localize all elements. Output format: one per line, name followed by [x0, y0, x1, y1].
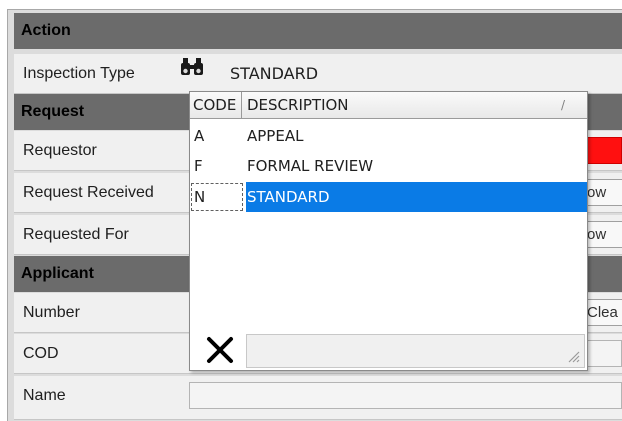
number-clear-button[interactable]: Clea: [584, 299, 622, 326]
name-label: Name: [23, 387, 66, 404]
list-item-description: APPEAL: [247, 127, 304, 145]
cod-label: COD: [23, 345, 59, 362]
column-header-description[interactable]: DESCRIPTION /: [243, 92, 587, 118]
resize-grip-icon[interactable]: [566, 349, 580, 363]
requestor-label: Requestor: [23, 142, 97, 159]
name-field[interactable]: [189, 382, 622, 409]
column-header-description-label: DESCRIPTION: [247, 96, 349, 114]
dropdown-status-bar: [246, 334, 585, 368]
close-x-icon[interactable]: [204, 334, 236, 366]
list-item-code: A: [194, 127, 205, 145]
section-header-action: Action: [14, 13, 622, 49]
list-item-code: N: [194, 188, 206, 206]
requested-for-now-button[interactable]: ow: [584, 221, 622, 248]
list-item-description: FORMAL REVIEW: [247, 157, 374, 175]
row-name: Name: [14, 376, 622, 420]
row-inspection-type: Inspection Type STANDARD: [14, 54, 622, 94]
requested-for-label: Requested For: [23, 226, 129, 243]
column-header-code[interactable]: CODE: [190, 92, 242, 118]
dropdown-header: CODE DESCRIPTION /: [190, 92, 587, 119]
list-item[interactable]: F FORMAL REVIEW: [190, 151, 587, 181]
binoculars-icon[interactable]: [178, 54, 206, 80]
inspection-type-dropdown[interactable]: CODE DESCRIPTION / A APPEAL F FORMAL REV…: [189, 91, 588, 371]
list-item-selected[interactable]: N STANDARD: [190, 182, 587, 212]
list-item-description: STANDARD: [247, 188, 330, 206]
request-received-label: Request Received: [23, 184, 154, 201]
list-item-code: F: [194, 157, 203, 175]
number-label: Number: [23, 304, 80, 321]
inspection-type-value[interactable]: STANDARD: [230, 54, 318, 94]
request-received-now-button[interactable]: ow: [584, 179, 622, 206]
dropdown-footer: [190, 330, 587, 370]
inspection-type-label: Inspection Type: [23, 65, 135, 82]
list-item[interactable]: A APPEAL: [190, 121, 587, 151]
sort-indicator-icon: /: [560, 98, 565, 112]
